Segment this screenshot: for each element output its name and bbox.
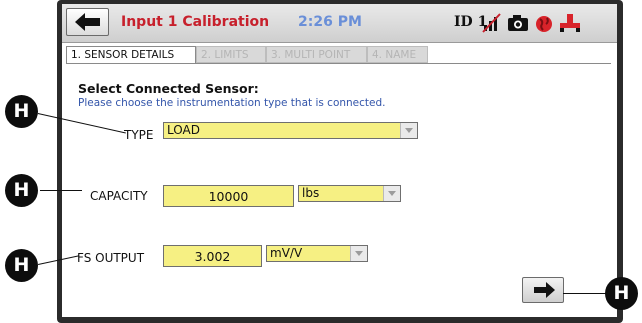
callout-letter: H [613,282,630,304]
tab-sensor-details[interactable]: 1. SENSOR DETAILS [66,46,196,63]
callout-marker-next: H [605,277,638,310]
next-button[interactable] [522,277,564,303]
callout-letter: H [13,179,30,201]
screen: Input 1 Calibration 2:26 PM ID 1 1. SENS… [62,4,617,317]
callout-letter: H [13,254,30,276]
title-bar: Input 1 Calibration 2:26 PM ID 1 [62,4,617,43]
back-arrow-icon [75,13,100,31]
forward-arrow-icon [534,282,555,298]
fs-output-value: 3.002 [194,249,231,264]
callout-letter: H [13,100,30,122]
fs-output-unit-value: mV/V [270,246,303,260]
type-select[interactable]: LOAD [163,122,418,139]
callout-line-capacity [40,190,82,191]
fs-output-unit-select[interactable]: mV/V [266,245,368,262]
plug-icon [558,10,582,38]
capacity-unit-value: lbs [302,186,320,200]
fs-output-input[interactable]: 3.002 [163,245,262,267]
clock: 2:26 PM [298,14,362,30]
callout-marker-fs-output: H [5,249,38,282]
camera-icon[interactable] [507,10,529,38]
page-title: Input 1 Calibration [121,14,270,30]
tab-name[interactable]: 4. NAME [367,46,428,63]
chevron-down-icon [350,246,367,261]
globe-icon[interactable] [534,10,554,38]
section-heading: Select Connected Sensor: [78,81,259,96]
type-value: LOAD [167,123,200,137]
tab-limits[interactable]: 2. LIMITS [196,46,266,63]
capacity-input[interactable]: 10000 [163,185,294,207]
callout-marker-capacity: H [5,174,38,207]
no-signal-icon [482,10,502,38]
tab-multi-point[interactable]: 3. MULTI POINT [266,46,367,63]
capacity-value: 10000 [208,189,249,204]
capacity-unit-select[interactable]: lbs [298,185,401,202]
chevron-down-icon [383,186,400,201]
back-button[interactable] [66,8,109,36]
chevron-down-icon [400,123,417,138]
callout-marker-type: H [5,95,38,128]
fs-output-label: FS OUTPUT [77,251,145,265]
type-label: TYPE [124,128,154,142]
tab-divider [66,63,611,64]
capacity-label: CAPACITY [90,189,148,203]
section-subheading: Please choose the instrumentation type t… [78,97,386,109]
